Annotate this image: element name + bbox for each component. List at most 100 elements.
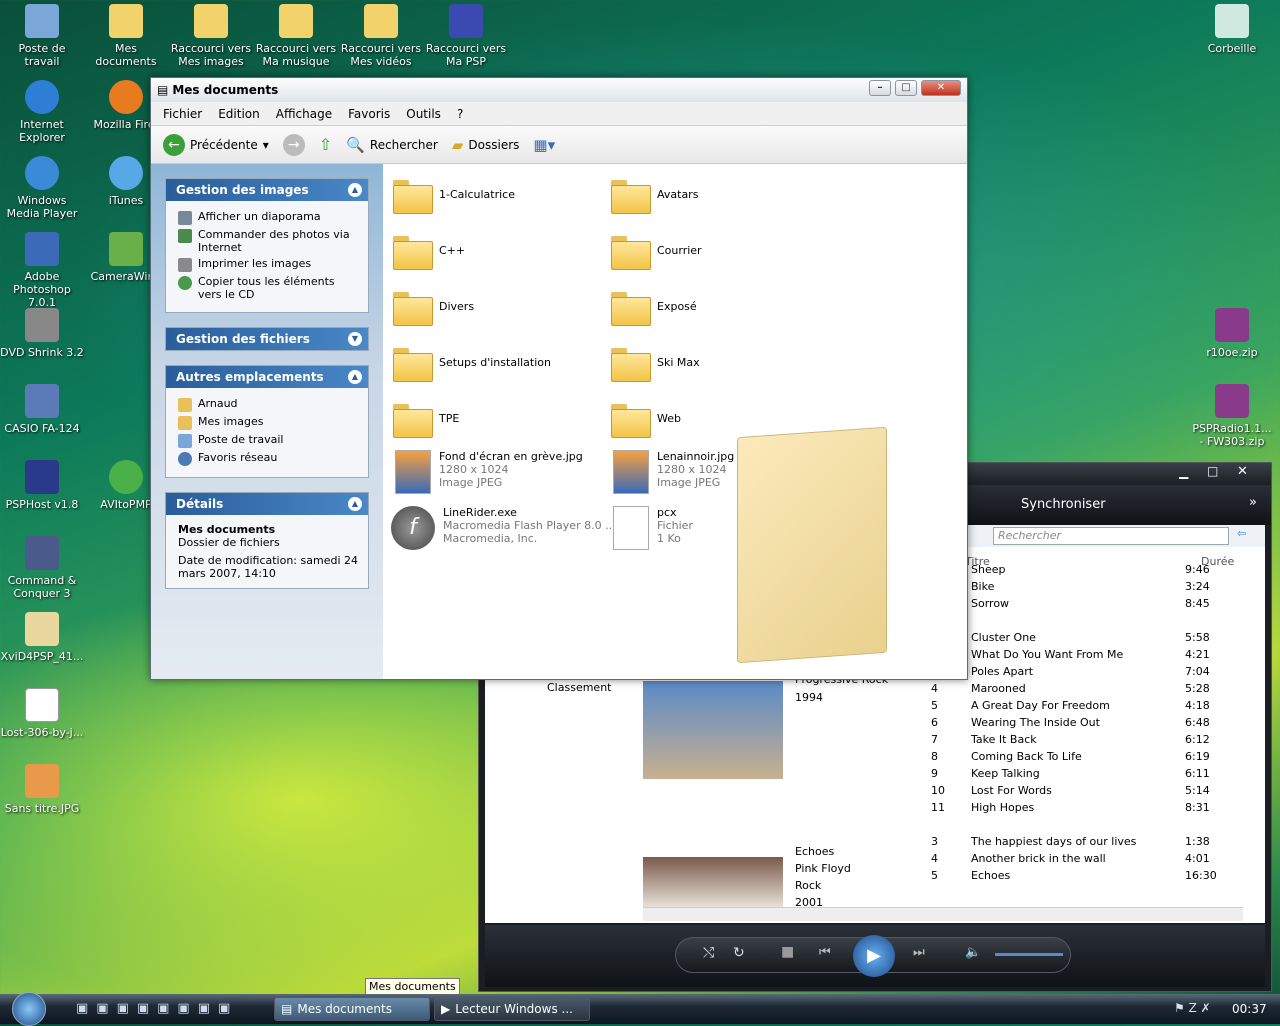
up-button[interactable]: ⇧ <box>315 133 336 156</box>
place-network[interactable]: Favoris réseau <box>178 451 360 466</box>
start-button[interactable] <box>12 992 46 1026</box>
menu-edition[interactable]: Edition <box>210 107 268 121</box>
folder-item[interactable]: Courrier <box>611 234 702 270</box>
folder-item[interactable]: 1-Calculatrice <box>393 178 515 214</box>
chevron-up-icon[interactable]: ▲ <box>348 183 362 197</box>
track-title[interactable]: Another brick in the wall <box>971 852 1106 865</box>
folder-item[interactable]: C++ <box>393 234 465 270</box>
folders-button[interactable]: ▰ Dossiers <box>448 134 524 156</box>
track-title[interactable]: Bike <box>971 580 994 593</box>
back-arrow-icon[interactable]: ⇦ <box>1237 527 1246 540</box>
album-art[interactable] <box>643 681 783 779</box>
track-title[interactable]: Sorrow <box>971 597 1009 610</box>
folder-item[interactable]: Setups d'installation <box>393 346 551 382</box>
place-arnaud[interactable]: Arnaud <box>178 397 360 412</box>
desktop-icon[interactable]: Mes documents <box>84 4 168 68</box>
task-print[interactable]: Imprimer les images <box>178 257 360 272</box>
track-title[interactable]: Marooned <box>971 682 1026 695</box>
views-button[interactable]: ▦▾ <box>529 134 559 156</box>
desktop-icon[interactable]: Raccourci vers Mes vidéos <box>339 4 423 68</box>
desktop-icon[interactable]: PSPHost v1.8 <box>0 460 84 511</box>
desktop-icon[interactable]: Raccourci vers Ma PSP <box>424 4 508 68</box>
track-title[interactable]: High Hopes <box>971 801 1034 814</box>
volume-icon[interactable]: 🔈 <box>965 945 981 960</box>
menu-help[interactable]: ? <box>449 107 471 121</box>
task-copy-cd[interactable]: Copier tous les éléments vers le CD <box>178 275 360 301</box>
track-title[interactable]: Poles Apart <box>971 665 1033 678</box>
desktop-icon[interactable]: Command & Conquer 3 <box>0 536 84 600</box>
desktop-icon[interactable]: DVD Shrink 3.2 <box>0 308 84 359</box>
menu-favoris[interactable]: Favoris <box>340 107 398 121</box>
track-title[interactable]: Lost For Words <box>971 784 1052 797</box>
desktop-icon[interactable]: Windows Media Player <box>0 156 84 220</box>
maximize-button[interactable]: □ <box>895 80 917 96</box>
shuffle-icon[interactable]: ⤭ <box>703 945 714 961</box>
horizontal-scrollbar[interactable] <box>643 907 1243 921</box>
desktop-icon[interactable]: PSPRadio1.1... - FW303.zip <box>1190 384 1274 448</box>
track-title[interactable]: Keep Talking <box>971 767 1040 780</box>
panel-header[interactable]: Détails ▲ <box>166 493 368 515</box>
desktop-icon[interactable]: Sans titre.JPG <box>0 764 84 815</box>
file-item[interactable]: Lenainnoir.jpg 1280 x 1024 Image JPEG <box>613 450 734 494</box>
desktop-icon[interactable]: XviD4PSP_41... <box>0 612 84 663</box>
panel-header[interactable]: Gestion des images ▲ <box>166 179 368 201</box>
track-title[interactable]: Sheep <box>971 563 1005 576</box>
forward-button[interactable]: → <box>279 132 309 158</box>
minimize-icon[interactable]: ▁ <box>1179 465 1188 479</box>
desktop-icon[interactable]: r10oe.zip <box>1190 308 1274 359</box>
track-title[interactable]: Coming Back To Life <box>971 750 1082 763</box>
desktop-icon[interactable]: Adobe Photoshop 7.0.1 <box>0 232 84 309</box>
file-item[interactable]: Fond d'écran en grève.jpg 1280 x 1024 Imag… <box>395 450 583 494</box>
panel-header[interactable]: Gestion des fichiers ▼ <box>166 328 368 350</box>
task-explorer[interactable]: ▤ Mes documents <box>274 997 430 1021</box>
file-item[interactable]: f LineRider.exe Macromedia Flash Player 8.… <box>391 506 616 550</box>
menu-affichage[interactable]: Affichage <box>268 107 340 121</box>
chevron-up-icon[interactable]: ▲ <box>348 497 362 511</box>
file-item[interactable]: pcx Fichier 1 Ko <box>613 506 693 550</box>
chevron-down-icon[interactable]: ▾ <box>263 138 269 152</box>
search-input[interactable]: Rechercher <box>993 527 1229 545</box>
desktop-icon[interactable]: Internet Explorer <box>0 80 84 144</box>
tab-sync[interactable]: Synchroniser <box>1021 497 1106 512</box>
chevron-down-icon[interactable]: ▼ <box>348 332 362 346</box>
rating-label[interactable]: Classement <box>547 681 611 694</box>
chevron-right-icon[interactable]: » <box>1249 495 1257 510</box>
track-title[interactable]: What Do You Want From Me <box>971 648 1123 661</box>
back-button[interactable]: ← Précédente ▾ <box>159 132 273 158</box>
folder-item[interactable]: Avatars <box>611 178 698 214</box>
desktop-icon[interactable]: Raccourci vers Ma musique <box>254 4 338 68</box>
task-slideshow[interactable]: Afficher un diaporama <box>178 210 360 225</box>
album-art[interactable] <box>643 857 783 907</box>
track-title[interactable]: The happiest days of our lives <box>971 835 1136 848</box>
menu-fichier[interactable]: Fichier <box>155 107 210 121</box>
task-media-player[interactable]: ▶ Lecteur Windows ... <box>434 997 590 1021</box>
track-title[interactable]: Cluster One <box>971 631 1036 644</box>
track-title[interactable]: Echoes <box>971 869 1010 882</box>
folder-item[interactable]: TPE <box>393 402 459 438</box>
volume-slider[interactable] <box>995 953 1063 956</box>
chevron-up-icon[interactable]: ▲ <box>348 370 362 384</box>
folder-item[interactable]: Web <box>611 402 681 438</box>
minimize-button[interactable]: – <box>869 80 891 96</box>
maximize-icon[interactable]: □ <box>1207 464 1218 478</box>
folder-item[interactable]: Ski Max <box>611 346 700 382</box>
desktop-icon[interactable]: Poste de travail <box>0 4 84 68</box>
search-button[interactable]: 🔍 Rechercher <box>342 134 442 156</box>
menu-outils[interactable]: Outils <box>398 107 449 121</box>
folder-item[interactable]: Exposé <box>611 290 697 326</box>
next-icon[interactable]: ⏭ <box>913 945 925 960</box>
track-title[interactable]: A Great Day For Freedom <box>971 699 1110 712</box>
previous-icon[interactable]: ⏮ <box>819 945 831 960</box>
place-computer[interactable]: Poste de travail <box>178 433 360 448</box>
desktop-icon[interactable]: Raccourci vers Mes images <box>169 4 253 68</box>
stop-icon[interactable]: ■ <box>781 944 794 960</box>
folder-item[interactable]: Divers <box>393 290 474 326</box>
place-images[interactable]: Mes images <box>178 415 360 430</box>
close-button[interactable]: ✕ <box>921 80 961 96</box>
play-button[interactable]: ▶ <box>853 935 895 977</box>
desktop-icon[interactable]: Corbeille <box>1190 4 1274 55</box>
close-icon[interactable]: ✕ <box>1237 464 1248 479</box>
panel-header[interactable]: Autres emplacements ▲ <box>166 366 368 388</box>
desktop-icon[interactable]: Lost-306-by-j... <box>0 688 84 739</box>
repeat-icon[interactable]: ↻ <box>733 945 745 961</box>
